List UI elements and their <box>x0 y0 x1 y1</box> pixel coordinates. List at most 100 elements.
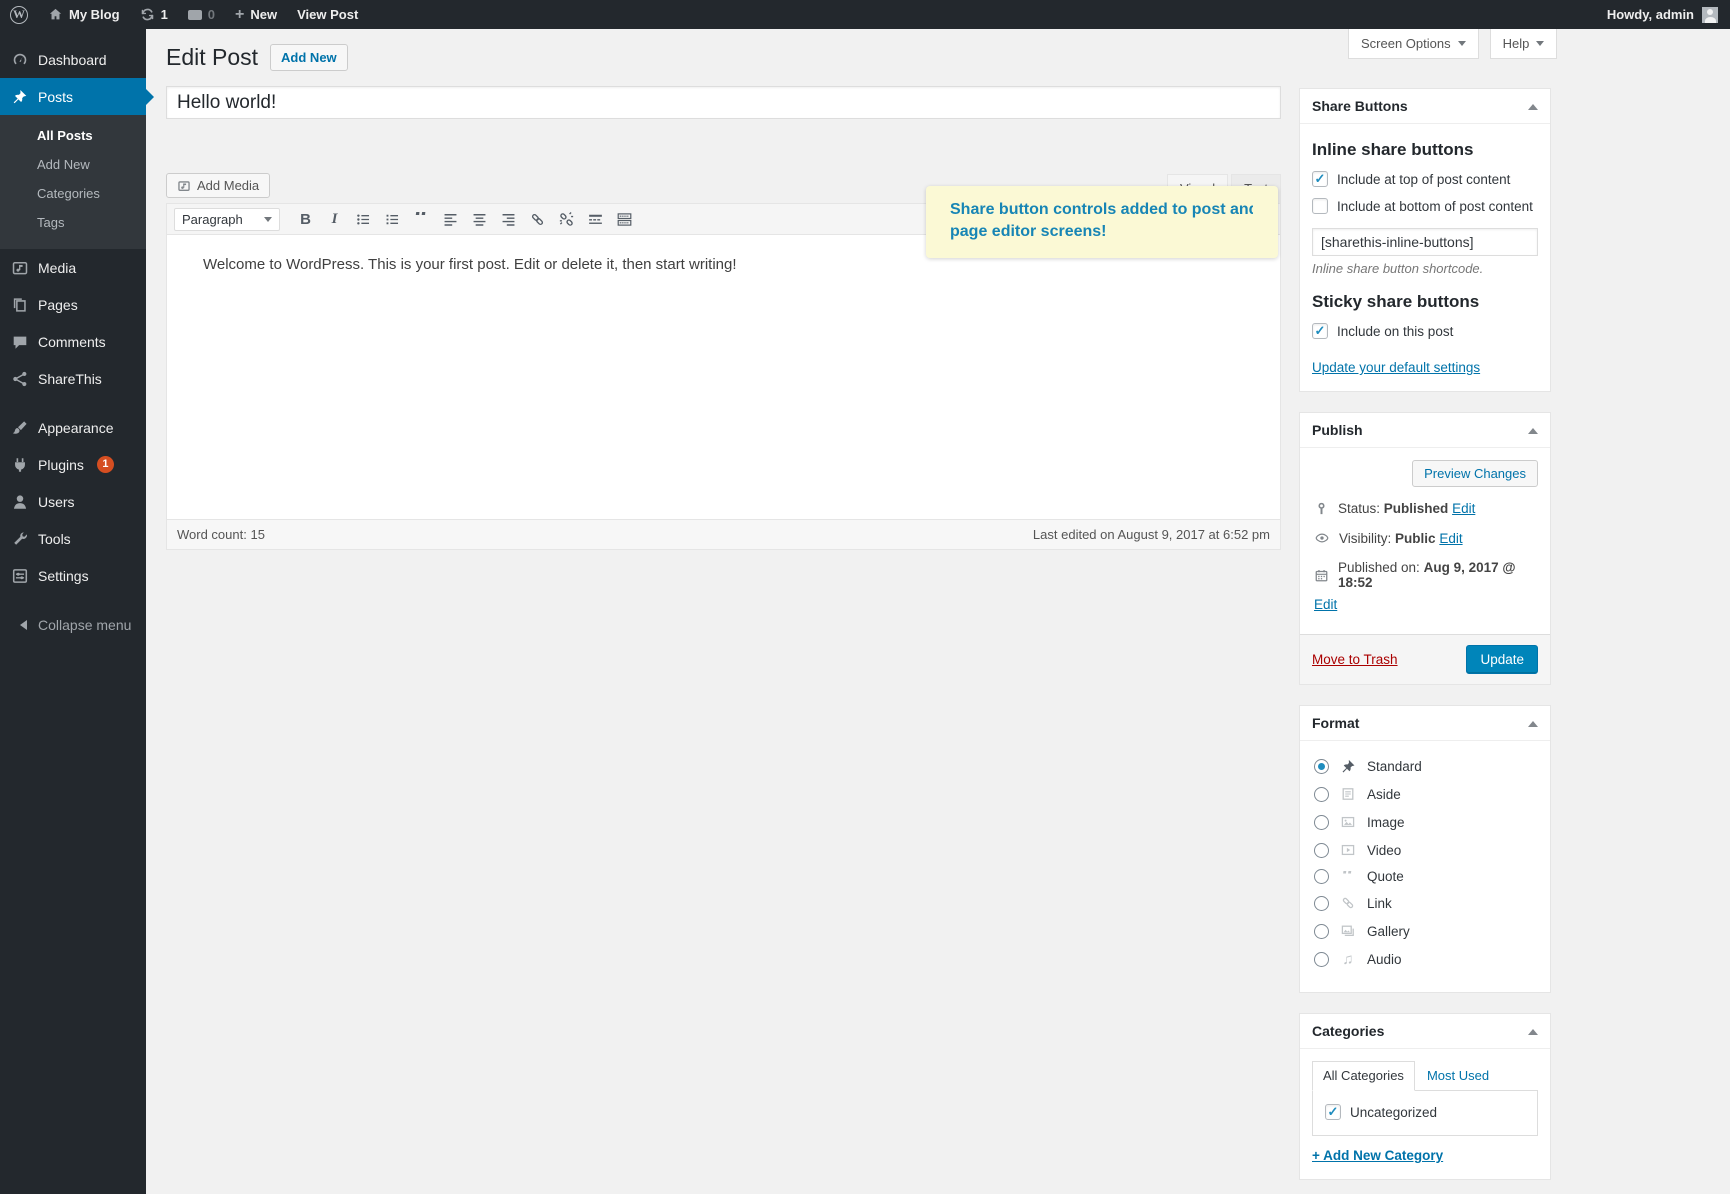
format-label: Link <box>1367 896 1392 911</box>
updates-link[interactable]: 1 <box>130 0 178 29</box>
toolbar-toggle-button[interactable] <box>611 207 638 232</box>
submenu-all-posts[interactable]: All Posts <box>0 121 146 150</box>
submenu-categories[interactable]: Categories <box>0 179 146 208</box>
align-right-button[interactable] <box>495 207 522 232</box>
edit-status-link[interactable]: Edit <box>1452 501 1475 516</box>
chevron-down-icon <box>264 217 272 226</box>
format-panel-header[interactable]: Format <box>1300 706 1550 741</box>
format-option-gallery: Gallery <box>1314 922 1536 940</box>
update-default-settings-link[interactable]: Update your default settings <box>1312 360 1480 375</box>
paragraph-select[interactable]: Paragraph <box>174 208 280 231</box>
move-to-trash-link[interactable]: Move to Trash <box>1312 652 1398 667</box>
format-radio-audio[interactable] <box>1314 952 1329 967</box>
uncategorized-checkbox[interactable] <box>1325 1104 1341 1120</box>
plugins-update-badge: 1 <box>97 456 114 473</box>
site-name-link[interactable]: My Blog <box>38 0 130 29</box>
sidebar-item-tools[interactable]: Tools <box>0 520 146 557</box>
categories-panel-header[interactable]: Categories <box>1300 1014 1550 1049</box>
align-left-button[interactable] <box>437 207 464 232</box>
share-buttons-panel-header[interactable]: Share Buttons <box>1300 89 1550 124</box>
format-radio-video[interactable] <box>1314 843 1329 858</box>
screen-meta-links: Screen Options Help <box>1348 29 1557 59</box>
italic-button[interactable]: I <box>321 207 348 232</box>
sidebar-item-dashboard[interactable]: Dashboard <box>0 41 146 78</box>
edit-published-date-link[interactable]: Edit <box>1314 597 1337 612</box>
preview-changes-button[interactable]: Preview Changes <box>1412 460 1538 487</box>
format-radio-aside[interactable] <box>1314 787 1329 802</box>
format-radio-link[interactable] <box>1314 896 1329 911</box>
new-content-link[interactable]: + New <box>225 0 287 29</box>
sidebar-item-comments[interactable]: Comments <box>0 323 146 360</box>
screen-options-button[interactable]: Screen Options <box>1348 29 1479 59</box>
bold-button[interactable]: B <box>292 207 319 232</box>
collapse-panel-icon[interactable] <box>1528 1024 1538 1035</box>
edit-visibility-link[interactable]: Edit <box>1439 531 1462 546</box>
sidebar-item-appearance[interactable]: Appearance <box>0 409 146 446</box>
format-label: Standard <box>1367 759 1422 774</box>
wordpress-menu[interactable]: W <box>0 0 38 29</box>
howdy-text: Howdy, admin <box>1607 7 1694 22</box>
sidebar-collapse-menu[interactable]: Collapse menu <box>0 606 146 643</box>
blockquote-button[interactable]: “ <box>408 212 435 226</box>
inline-shortcode-input[interactable] <box>1312 228 1538 256</box>
status-label: Status: <box>1338 501 1380 516</box>
format-option-image: Image <box>1314 813 1536 831</box>
include-bottom-checkbox[interactable] <box>1312 198 1328 214</box>
view-post-label: View Post <box>297 7 358 22</box>
format-label: Quote <box>1367 869 1404 884</box>
format-radio-quote[interactable] <box>1314 869 1329 884</box>
add-new-category-link[interactable]: + Add New Category <box>1312 1148 1443 1163</box>
collapse-panel-icon[interactable] <box>1528 716 1538 727</box>
image-icon <box>1339 813 1357 831</box>
include-post-checkbox[interactable] <box>1312 323 1328 339</box>
unlink-button[interactable] <box>553 207 580 232</box>
align-center-button[interactable] <box>466 207 493 232</box>
page-title: Edit Post <box>166 44 258 71</box>
shortcode-caption: Inline share button shortcode. <box>1312 261 1538 276</box>
help-button[interactable]: Help <box>1490 29 1558 59</box>
menu-separator <box>0 594 146 606</box>
tab-most-used[interactable]: Most Used <box>1415 1062 1501 1090</box>
editor-content-area[interactable]: Welcome to WordPress. This is your first… <box>167 235 1280 519</box>
categories-panel-body: All Categories Most Used Uncategorized +… <box>1300 1049 1550 1179</box>
sidebar-item-users[interactable]: Users <box>0 483 146 520</box>
category-label: Uncategorized <box>1350 1105 1437 1120</box>
link-button[interactable] <box>524 207 551 232</box>
include-top-checkbox[interactable] <box>1312 171 1328 187</box>
add-new-button[interactable]: Add New <box>270 44 348 71</box>
collapse-panel-icon[interactable] <box>1528 99 1538 110</box>
bullet-list-button[interactable] <box>350 207 377 232</box>
link-icon <box>1339 894 1357 912</box>
media-icon <box>10 258 29 277</box>
submenu-tags[interactable]: Tags <box>0 208 146 237</box>
comments-link[interactable]: 0 <box>178 0 225 29</box>
numbered-list-button[interactable] <box>379 207 406 232</box>
admin-bar-left: W My Blog 1 0 + New <box>0 0 368 29</box>
add-media-button[interactable]: Add Media <box>166 173 270 198</box>
sidebar-item-sharethis[interactable]: ShareThis <box>0 360 146 397</box>
post-title-input[interactable] <box>166 86 1281 119</box>
update-button[interactable]: Update <box>1466 645 1538 674</box>
format-radio-image[interactable] <box>1314 815 1329 830</box>
admin-bar-account[interactable]: Howdy, admin <box>1607 7 1730 23</box>
sidebar-item-label: ShareThis <box>38 371 102 387</box>
sidebar-item-settings[interactable]: Settings <box>0 557 146 594</box>
sidebar-item-pages[interactable]: Pages <box>0 286 146 323</box>
word-count-label: Word count: <box>177 527 247 542</box>
sharethis-callout-bubble: Share button controls added to post and … <box>926 186 1278 258</box>
publish-panel-header[interactable]: Publish <box>1300 413 1550 448</box>
format-radio-standard[interactable] <box>1314 759 1329 774</box>
sidebar-item-posts[interactable]: Posts <box>0 78 146 115</box>
paragraph-label: Paragraph <box>182 212 243 227</box>
sidebar-item-label: Posts <box>38 89 73 105</box>
sidebar-item-plugins[interactable]: Plugins 1 <box>0 446 146 483</box>
format-radio-gallery[interactable] <box>1314 924 1329 939</box>
visibility-label: Visibility: <box>1339 531 1391 546</box>
tab-all-categories[interactable]: All Categories <box>1312 1061 1415 1091</box>
submenu-add-new[interactable]: Add New <box>0 150 146 179</box>
status-value: Published <box>1384 501 1449 516</box>
sidebar-item-media[interactable]: Media <box>0 249 146 286</box>
collapse-panel-icon[interactable] <box>1528 423 1538 434</box>
more-tag-button[interactable] <box>582 207 609 232</box>
view-post-link[interactable]: View Post <box>287 0 368 29</box>
